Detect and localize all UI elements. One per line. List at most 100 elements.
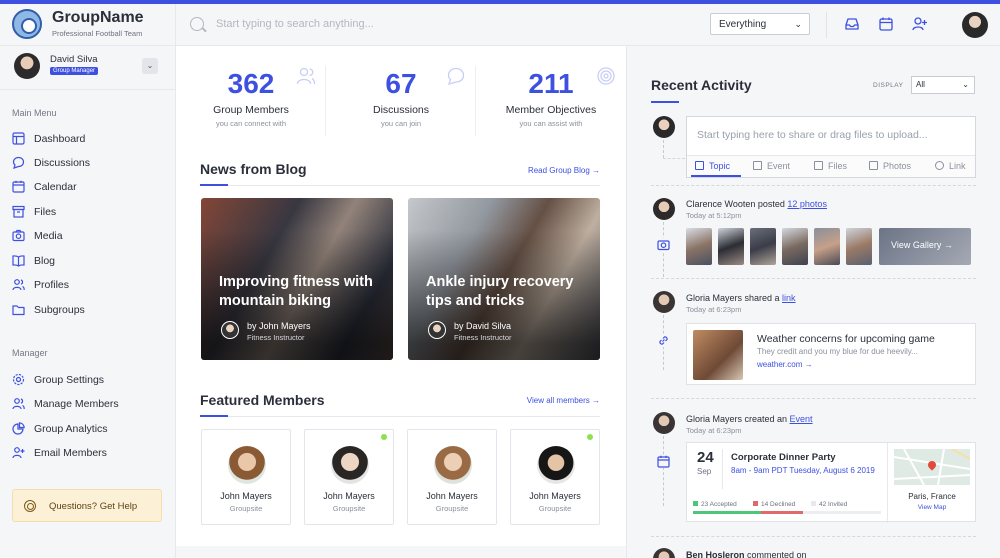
- activity-divider: [651, 398, 976, 399]
- user-name: David Silva: [50, 54, 98, 65]
- sidebar-item-group-analytics[interactable]: Group Analytics: [12, 420, 162, 438]
- folder-icon: [814, 161, 823, 170]
- activity-user[interactable]: Ben Hosleron: [686, 550, 745, 558]
- activity-header: Gloria Mayers created an Event: [686, 414, 813, 424]
- blog-card[interactable]: Ankle injury recovery tips and tricks by…: [408, 198, 600, 360]
- activity-header: Clarence Wooten posted 12 photos: [686, 199, 827, 209]
- rsvp-invited: 42 Invited: [811, 501, 847, 508]
- section-accent: [200, 415, 228, 417]
- sidebar-item-manage-members[interactable]: Manage Members: [12, 395, 162, 413]
- inbox-icon[interactable]: [844, 16, 860, 32]
- post-composer[interactable]: Topic Event Files Photos Link: [686, 116, 976, 178]
- photo-thumbnail[interactable]: [686, 228, 712, 265]
- member-name: John Mayers: [220, 491, 272, 501]
- blog-card[interactable]: Improving fitness with mountain biking b…: [201, 198, 393, 360]
- stat-group-members[interactable]: 362 Group Members you can connect with: [176, 64, 326, 136]
- sidebar-item-subgroups[interactable]: Subgroups: [12, 301, 162, 319]
- photo-thumbnail[interactable]: [814, 228, 840, 265]
- sidebar-item-profiles[interactable]: Profiles: [12, 276, 162, 294]
- chevron-down-icon: ⌄: [962, 80, 969, 89]
- sidebar-item-discussions[interactable]: Discussions: [12, 154, 162, 172]
- sidebar-item-dashboard[interactable]: Dashboard: [12, 130, 162, 148]
- photo-thumbnail[interactable]: [846, 228, 872, 265]
- composer-tab-photos[interactable]: Photos: [869, 161, 911, 171]
- search-input[interactable]: [216, 14, 636, 34]
- view-gallery-button[interactable]: View Gallery →: [879, 228, 971, 265]
- dashboard-icon: [12, 132, 25, 145]
- composer-tab-event[interactable]: Event: [753, 161, 790, 171]
- activity-user[interactable]: Gloria Mayers: [686, 414, 742, 424]
- search-icon[interactable]: [190, 17, 204, 31]
- composer-tab-active-indicator: [691, 175, 741, 177]
- activity-link[interactable]: 12 photos: [787, 199, 827, 209]
- composer-tab-link[interactable]: Link: [935, 161, 966, 171]
- blog-card-author: by David Silva: [454, 321, 512, 331]
- sidebar-item-files[interactable]: Files: [12, 203, 162, 221]
- help-button[interactable]: Questions? Get Help: [12, 489, 162, 522]
- sidebar-item-blog[interactable]: Blog: [12, 252, 162, 270]
- stat-discussions[interactable]: 67 Discussions you can join: [326, 64, 476, 136]
- display-filter-select[interactable]: All ⌄: [911, 76, 975, 94]
- add-user-icon[interactable]: [912, 16, 928, 32]
- calendar-icon[interactable]: [878, 16, 894, 32]
- shared-link-card[interactable]: Weather concerns for upcoming game They …: [686, 323, 976, 385]
- activity-user[interactable]: Gloria Mayers: [686, 293, 742, 303]
- author-avatar: [428, 321, 446, 339]
- sidebar-item-label: Subgroups: [34, 304, 85, 316]
- user-block[interactable]: David Silva Group Manager ⌄: [0, 46, 176, 90]
- activity-link[interactable]: link: [782, 293, 796, 303]
- sidebar-item-group-settings[interactable]: Group Settings: [12, 371, 162, 389]
- photo-thumbnail[interactable]: [750, 228, 776, 265]
- declined-swatch: [753, 501, 758, 506]
- group-name: GroupName: [52, 9, 144, 26]
- stat-sub: you can connect with: [215, 119, 287, 128]
- book-icon: [12, 255, 25, 267]
- sidebar-item-label: Media: [34, 230, 63, 242]
- stat-label: Group Members: [213, 104, 289, 116]
- section-accent: [651, 101, 679, 103]
- event-map[interactable]: [894, 449, 970, 485]
- member-card[interactable]: John Mayers Groupsite: [201, 429, 291, 525]
- sidebar-item-email-members[interactable]: Email Members: [12, 444, 162, 462]
- view-all-members-link[interactable]: View all members →: [527, 396, 600, 405]
- main-bottom-gutter: [176, 546, 626, 558]
- online-status-dot: [381, 434, 387, 440]
- photo-thumbnail[interactable]: [782, 228, 808, 265]
- member-card[interactable]: John Mayers Groupsite: [304, 429, 394, 525]
- user-avatar-top[interactable]: [962, 12, 988, 38]
- online-status-dot: [587, 434, 593, 440]
- camera-icon: [12, 229, 25, 242]
- event-card[interactable]: 24 Sep Corporate Dinner Party 8am - 9am …: [686, 442, 977, 523]
- nav-heading-manager: Manager: [12, 348, 48, 358]
- activity-action: posted: [755, 199, 788, 209]
- link-url[interactable]: weather.com →: [757, 360, 813, 369]
- rsvp-accepted: 23 Accepted: [693, 501, 737, 508]
- search-scope-select[interactable]: Everything ⌄: [710, 13, 810, 35]
- lifebuoy-icon: [24, 500, 36, 512]
- rsvp-declined-label: 14 Declined: [761, 501, 796, 508]
- read-group-blog-link[interactable]: Read Group Blog →: [528, 166, 600, 175]
- activity-link[interactable]: Event: [790, 414, 813, 424]
- member-card[interactable]: John Mayers Groupsite: [510, 429, 600, 525]
- brand-block[interactable]: GroupName Professional Football Team: [0, 4, 176, 46]
- top-bar: Everything ⌄: [176, 4, 1000, 46]
- user-menu-chevron-icon[interactable]: ⌄: [142, 58, 158, 74]
- composer-tab-topic[interactable]: Topic: [695, 161, 730, 171]
- stat-member-objectives[interactable]: 211 Member Objectives you can assist wit…: [476, 64, 626, 136]
- activity-user[interactable]: Clarence Wooten: [686, 199, 755, 209]
- event-name: Corporate Dinner Party: [731, 452, 836, 463]
- activity-divider: [651, 185, 976, 186]
- activity-time: Today at 6:23pm: [686, 426, 742, 435]
- view-map-link[interactable]: View Map: [887, 504, 977, 511]
- composer-tab-label: Topic: [709, 161, 731, 171]
- photo-thumbnail[interactable]: [718, 228, 744, 265]
- section-divider: [200, 416, 600, 417]
- sidebar-item-calendar[interactable]: Calendar: [12, 178, 162, 196]
- invited-swatch: [811, 501, 816, 506]
- member-name: John Mayers: [323, 491, 375, 501]
- member-card[interactable]: John Mayers Groupsite: [407, 429, 497, 525]
- composer-tab-files[interactable]: Files: [814, 161, 847, 171]
- composer-input[interactable]: [697, 126, 967, 144]
- sidebar-item-media[interactable]: Media: [12, 227, 162, 245]
- users-icon: [296, 67, 316, 85]
